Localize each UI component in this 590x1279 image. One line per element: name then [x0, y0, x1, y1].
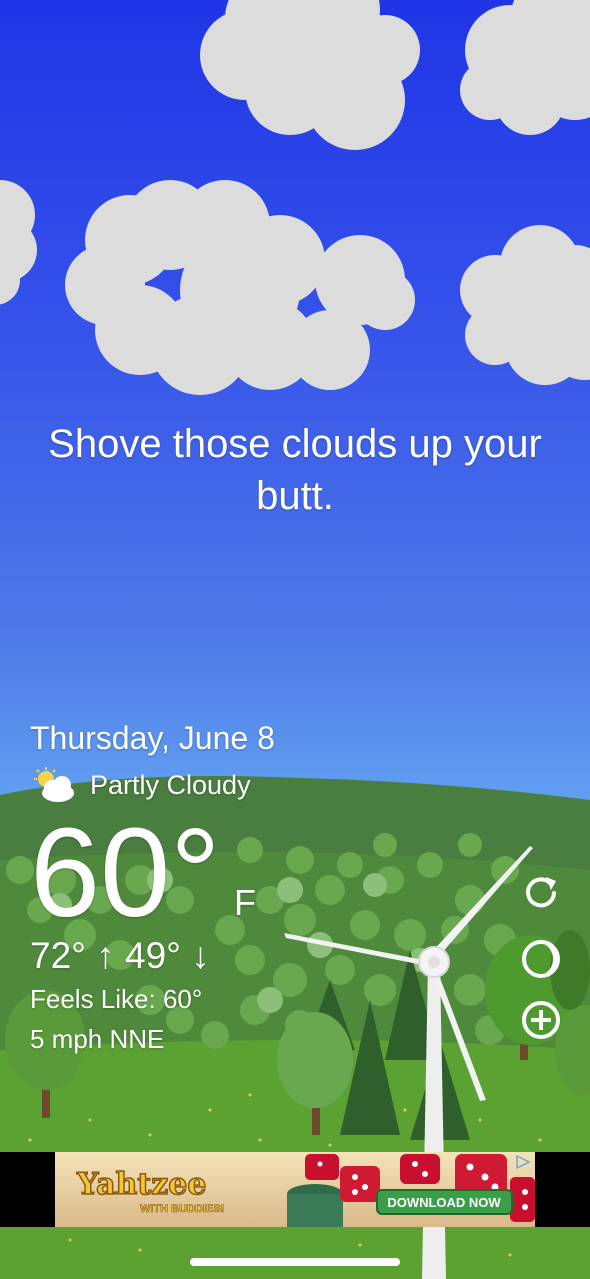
ad-banner[interactable]: DOWNLOAD NOW Yahtzee WITH BUDDIES! — [55, 1152, 535, 1227]
wind-label: 5 mph NNE — [30, 1024, 165, 1054]
condition-label: Partly Cloudy — [90, 769, 251, 800]
high-low-temps: 72° ↑ 49° ↓ — [30, 935, 210, 976]
cloud-top-right — [460, 0, 590, 135]
ad-cta-text: DOWNLOAD NOW — [387, 1195, 501, 1210]
cloud-right — [460, 225, 590, 385]
temperature-unit: F — [234, 882, 256, 923]
date-label: Thursday, June 8 — [30, 720, 275, 756]
ad-brand-logo: Yahtzee — [76, 1167, 206, 1202]
ad-tagline: WITH BUDDIES! — [140, 1203, 224, 1215]
scene-illustration — [0, 0, 590, 1279]
add-location-icon[interactable] — [519, 998, 563, 1042]
cloud-middle — [65, 180, 415, 395]
cloud-left — [0, 180, 37, 305]
clouds — [0, 0, 590, 395]
partly-cloudy-icon — [34, 767, 74, 802]
condition-row: Partly Cloudy — [30, 767, 251, 803]
cloud-top-center — [200, 0, 420, 150]
feels-like-label: Feels Like: 60° — [30, 984, 203, 1014]
refresh-icon[interactable] — [519, 871, 563, 915]
moon-icon[interactable] — [519, 937, 563, 981]
headline-text: Shove those clouds up your butt. — [48, 422, 542, 518]
temperature-value: 60° — [30, 802, 221, 943]
home-indicator[interactable] — [190, 1258, 400, 1266]
